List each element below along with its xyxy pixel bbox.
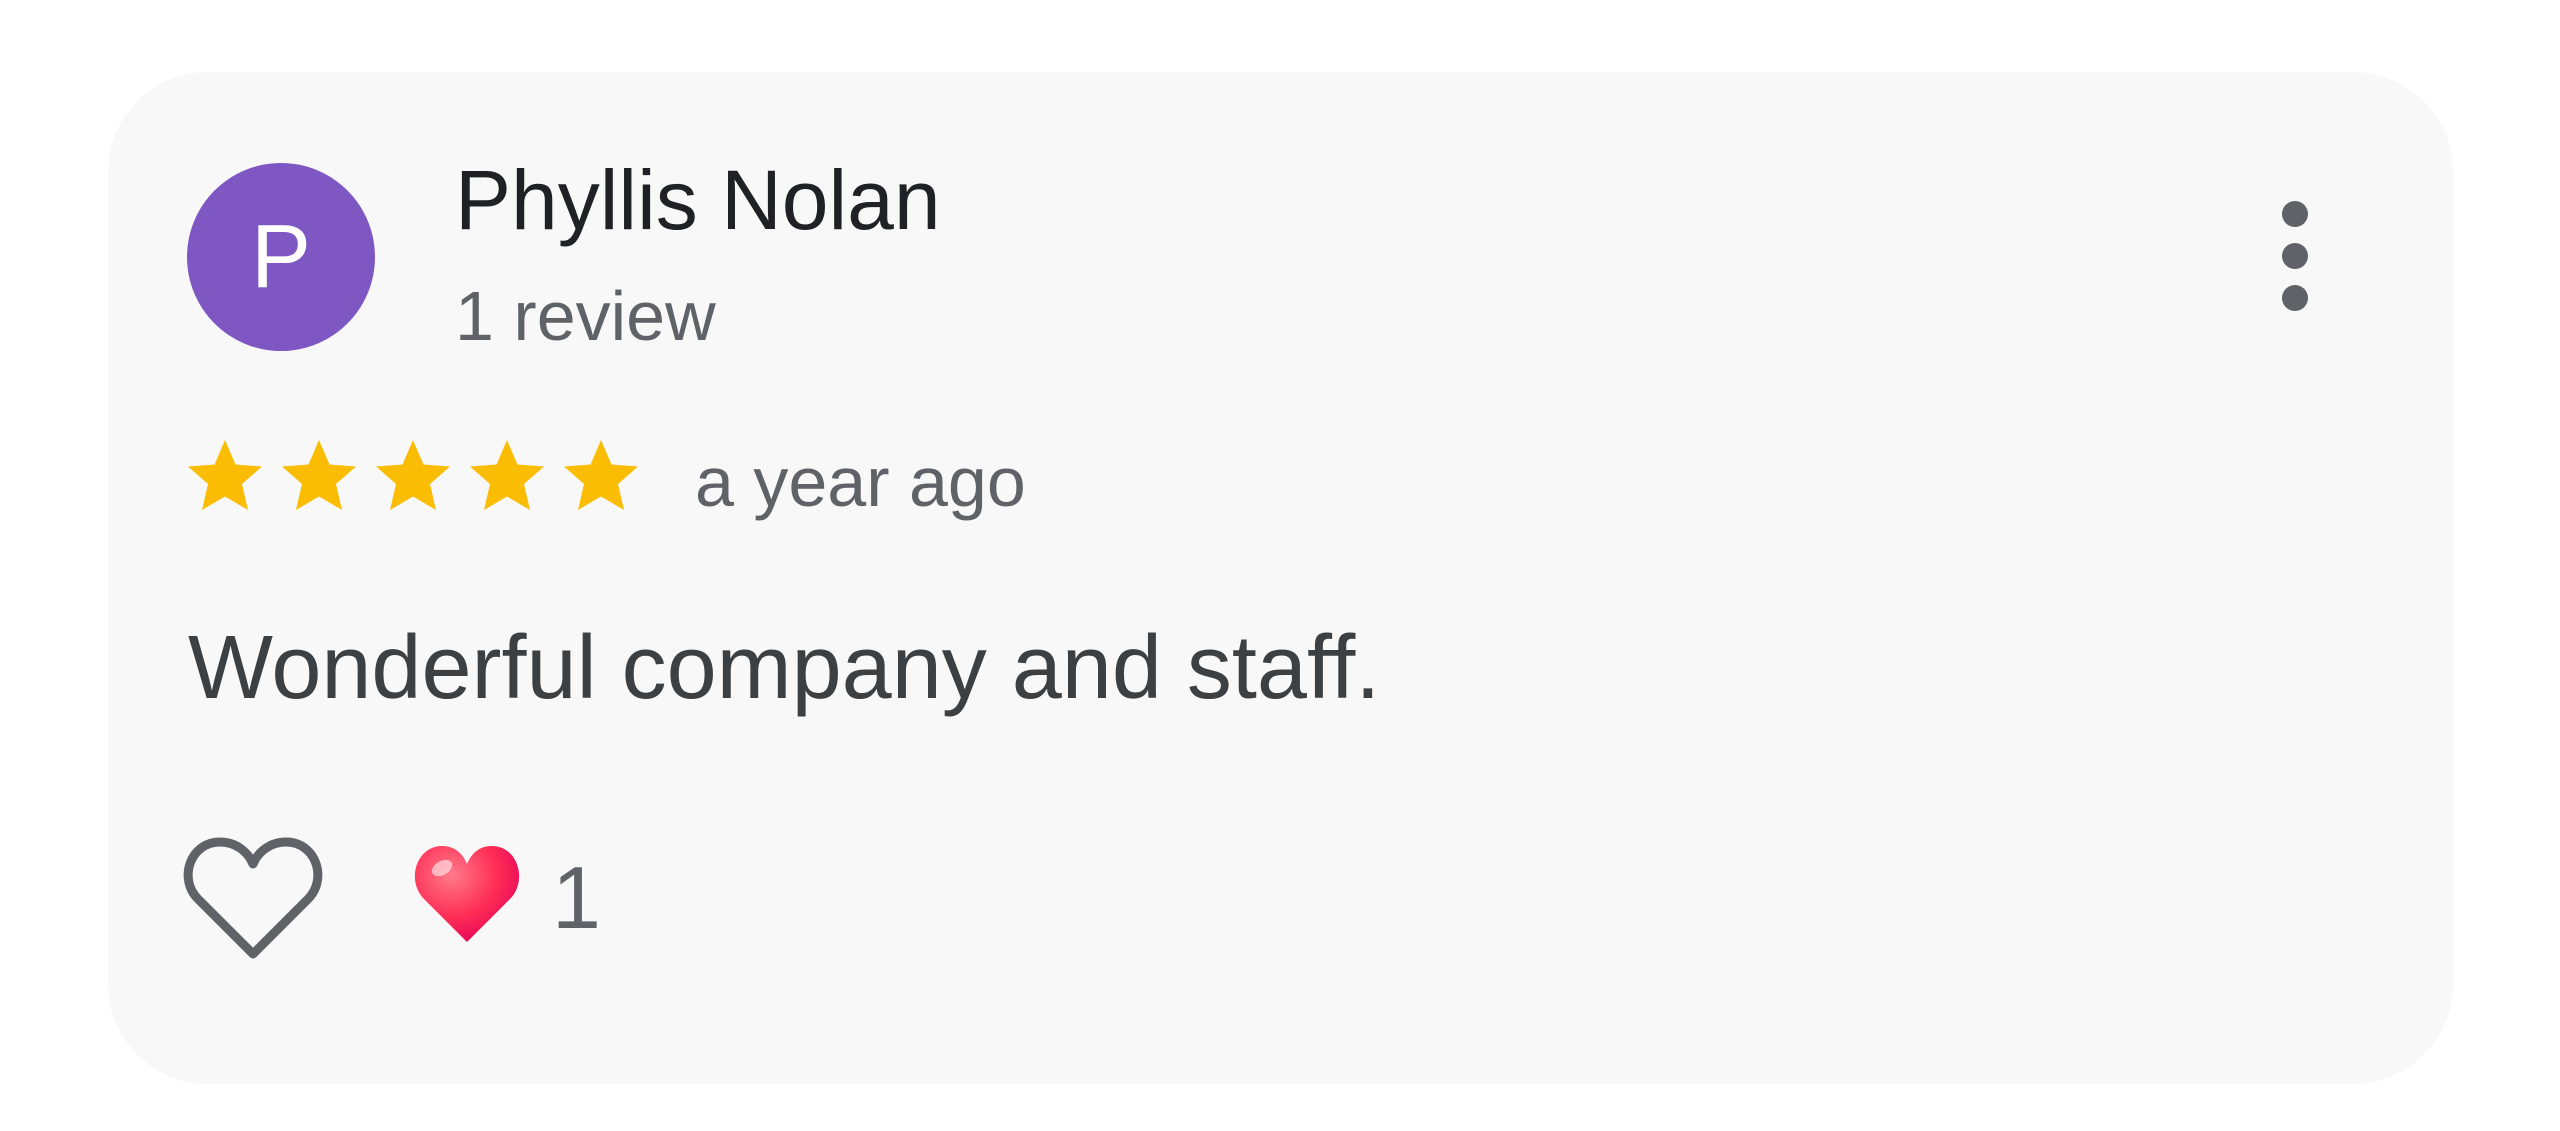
star-icon [564,440,638,510]
author-review-count: 1 review [455,277,716,355]
reaction-heart[interactable] [412,842,522,947]
more-vertical-icon [2282,201,2308,311]
star-rating [185,437,641,517]
reaction-count: 1 [552,848,601,947]
star-icon [470,440,544,510]
red-heart-emoji-icon [414,846,520,942]
star-icon [188,440,262,510]
heart-outline-icon [183,837,323,959]
star-icon [376,440,450,510]
like-button[interactable] [182,832,324,964]
author-name[interactable]: Phyllis Nolan [455,150,941,250]
more-options-button[interactable] [2266,196,2324,316]
star-icon [282,440,356,510]
review-time: a year ago [695,443,1026,521]
avatar[interactable]: P [187,163,375,351]
review-text: Wonderful company and staff. [188,618,1381,718]
